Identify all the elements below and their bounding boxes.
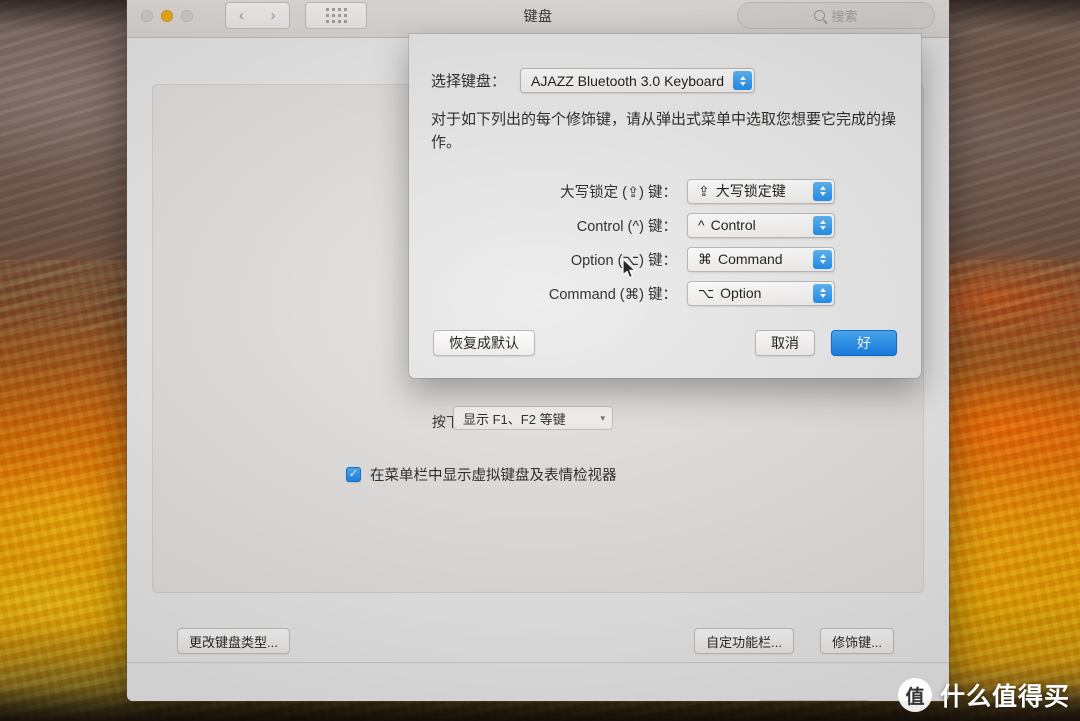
chevron-up-down-icon [813,249,832,269]
modifier-row: Option (⌥) 键： ⌘ Command [409,242,921,276]
window-titlebar: ‹ › 键盘 搜索 [127,0,949,38]
virtual-keyboard-checkbox-label: 在菜单栏中显示虚拟键盘及表情检视器 [370,468,617,484]
watermark-text: 什么值得买 [939,683,1070,711]
modifier-keys-sheet: 选择键盘： AJAZZ Bluetooth 3.0 Keyboard 对于如下列… [409,34,921,378]
modifier-row-label: Option (⌥) 键： [570,252,677,269]
modifier-row-popup-button[interactable]: ⌥ Option [687,280,835,306]
chevron-down-icon: ▾ [600,412,605,423]
modifier-rows-list: 大写锁定 (⇪) 键： ⇪ 大写锁定键 Control (^) 键： ^ Con… [409,174,921,310]
modifier-row-value: Control [710,217,756,233]
watermark: 值 什么值得买 [897,677,1070,713]
fn-key-popup-button[interactable]: 显示 F1、F2 等键 ▾ [453,406,613,430]
sheet-description-text: 对于如下列出的每个修饰键，请从弹出式菜单中选取您想要它完成的操作。 [431,111,897,152]
modifier-row-label: Command (⌘) 键： [548,286,677,303]
select-keyboard-row: 选择键盘： AJAZZ Bluetooth 3.0 Keyboard [431,68,756,93]
chevron-up-down-icon [813,215,832,235]
modifier-glyph-icon: ⌥ [698,284,715,301]
chevron-up-down-icon [733,71,753,90]
modifier-row-label: 大写锁定 (⇪) 键： [560,184,677,201]
virtual-keyboard-checkbox-row[interactable]: ✓ 在菜单栏中显示虚拟键盘及表情检视器 [346,464,617,485]
chevron-up-down-icon [813,181,832,201]
sheet-footer: 恢复成默认 取消 好 [409,318,921,378]
modifier-row-popup-button[interactable]: ⇪ 大写锁定键 [687,178,835,204]
modifier-row-popup-button[interactable]: ⌘ Command [687,246,835,272]
modifier-glyph-icon: ⌘ [698,250,712,267]
cancel-button[interactable]: 取消 [755,330,815,356]
setup-bluetooth-keyboard-button[interactable]: 设置蓝牙键盘... [758,700,871,701]
chevron-up-down-icon [813,283,832,303]
modifier-row: Command (⌘) 键： ⌥ Option [409,276,921,310]
desktop-screenshot: ‹ › 键盘 搜索 按下 Fn 键以 显示 F1、F2 等键 ▾ [0,0,1080,721]
modifier-glyph-icon: ⇪ [698,182,710,199]
customize-control-strip-button[interactable]: 自定功能栏... [694,628,794,654]
select-keyboard-label: 选择键盘： [431,73,507,90]
ok-button[interactable]: 好 [831,330,897,356]
modifier-keys-button[interactable]: 修饰键... [820,628,894,654]
modifier-row-value: Option [720,285,762,301]
modifier-row-value: Command [718,251,783,267]
modifier-row: Control (^) 键： ^ Control [409,208,921,242]
search-placeholder: 搜索 [831,9,858,24]
select-keyboard-popup-button[interactable]: AJAZZ Bluetooth 3.0 Keyboard [520,68,756,93]
restore-defaults-button[interactable]: 恢复成默认 [433,330,535,356]
modifier-row-label: Control (^) 键： [576,218,677,235]
modifier-glyph-icon: ^ [698,217,705,233]
fn-key-popup-value: 显示 F1、F2 等键 [463,411,566,427]
modifier-row: 大写锁定 (⇪) 键： ⇪ 大写锁定键 [409,174,921,208]
select-keyboard-value: AJAZZ Bluetooth 3.0 Keyboard [531,72,725,89]
modifier-row-value: 大写锁定键 [715,183,786,199]
change-keyboard-type-button[interactable]: 更改键盘类型... [177,628,290,654]
search-input[interactable]: 搜索 [737,2,935,29]
virtual-keyboard-checkbox[interactable]: ✓ [346,467,361,482]
search-icon [814,10,826,21]
watermark-logo-icon: 值 [897,678,932,712]
modifier-row-popup-button[interactable]: ^ Control [687,212,835,238]
footer-divider [127,662,949,663]
keyboard-preferences-window: ‹ › 键盘 搜索 按下 Fn 键以 显示 F1、F2 等键 ▾ [127,0,949,701]
